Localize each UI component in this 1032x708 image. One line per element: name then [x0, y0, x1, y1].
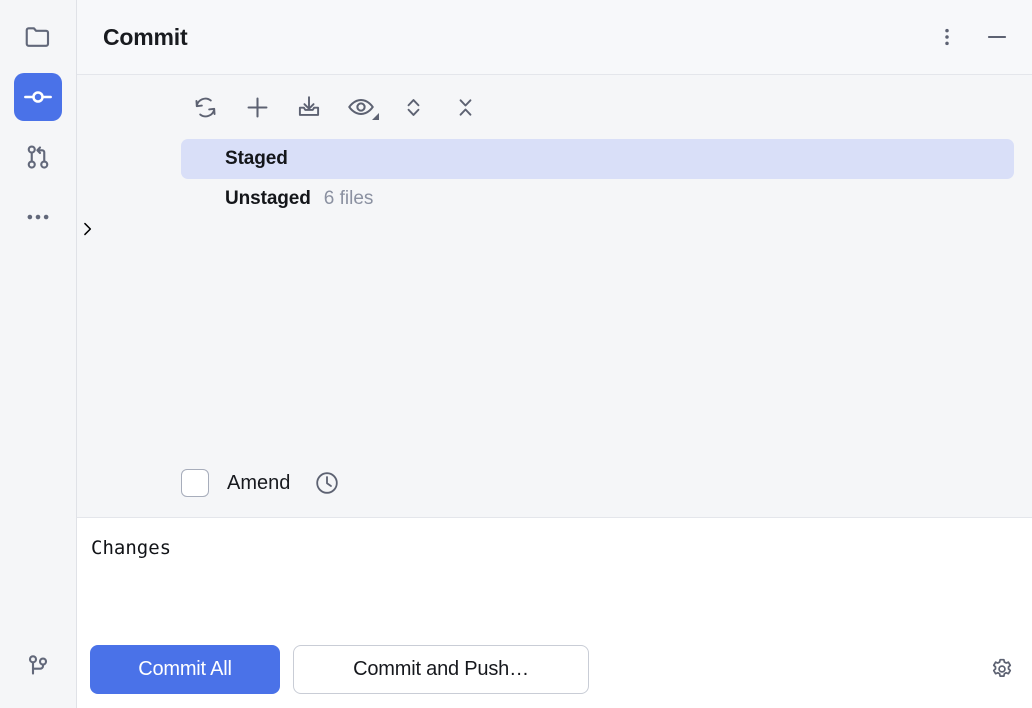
tree-node-label: Staged: [225, 148, 288, 170]
minimize-button[interactable]: [980, 20, 1014, 54]
commit-and-push-button[interactable]: Commit and Push…: [293, 645, 589, 694]
activity-bar: [0, 0, 77, 708]
more-icon: [23, 202, 53, 232]
refresh-icon: [191, 93, 220, 122]
chevron-right-icon[interactable]: [77, 219, 1032, 239]
commit-settings-button[interactable]: [985, 652, 1019, 686]
table-row: Unstaged 6 files: [77, 179, 1032, 239]
tree-node-label: Unstaged: [225, 188, 311, 210]
add-button[interactable]: [231, 85, 283, 129]
folder-icon: [23, 22, 53, 52]
pull-request-icon: [23, 142, 53, 172]
sidebar-item-branch[interactable]: [14, 642, 62, 690]
commit-message-area: Changes Commit All Commit and Push…: [77, 517, 1032, 708]
changes-tree: Staged Unstaged 6 files: [77, 139, 1032, 449]
expand-all-button[interactable]: [387, 85, 439, 129]
amend-checkbox[interactable]: [181, 469, 209, 497]
gear-icon: [989, 656, 1015, 682]
commit-toolbar: [77, 75, 1032, 139]
panel-header: Commit: [77, 0, 1032, 75]
commit-tool-window: Commit: [0, 0, 1032, 708]
expand-all-icon: [400, 94, 427, 121]
commit-panel: Commit: [77, 0, 1032, 708]
commit-icon: [22, 81, 54, 113]
show-diff-button[interactable]: [335, 85, 387, 129]
page-title: Commit: [103, 24, 930, 51]
collapse-all-button[interactable]: [439, 85, 491, 129]
commit-all-button[interactable]: Commit All: [90, 645, 280, 694]
amend-row: Amend: [77, 449, 1032, 517]
commit-actions: Commit All Commit and Push…: [77, 630, 1032, 708]
commit-message-input[interactable]: Changes: [77, 518, 1032, 630]
clock-icon: [313, 469, 341, 497]
sidebar-item-commit[interactable]: [14, 73, 62, 121]
table-row: Staged: [77, 139, 1032, 179]
tree-node-staged[interactable]: Staged: [181, 139, 1014, 179]
tree-node-count: 6 files: [324, 188, 374, 210]
refresh-button[interactable]: [179, 85, 231, 129]
chevron-down-icon: [372, 113, 379, 120]
branch-icon: [23, 651, 53, 681]
sidebar-item-project-files[interactable]: [14, 13, 62, 61]
stash-button[interactable]: [283, 85, 335, 129]
amend-label: Amend: [227, 472, 290, 495]
collapse-all-icon: [452, 94, 479, 121]
sidebar-item-more[interactable]: [14, 193, 62, 241]
kebab-menu-icon: [935, 25, 959, 49]
sidebar-item-pull-requests[interactable]: [14, 133, 62, 181]
tree-node-unstaged[interactable]: Unstaged 6 files: [181, 179, 1014, 219]
plus-icon: [243, 93, 272, 122]
minimize-icon: [984, 24, 1010, 50]
options-button[interactable]: [930, 20, 964, 54]
commit-message-history-button[interactable]: [312, 468, 342, 498]
stash-icon: [295, 93, 323, 121]
